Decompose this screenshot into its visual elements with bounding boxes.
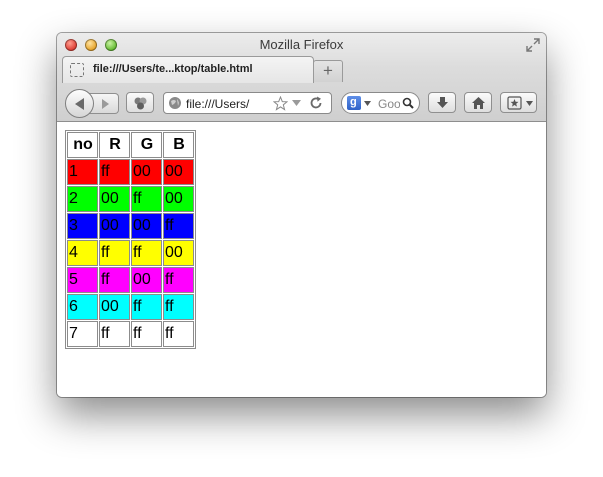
column-header-g: G — [131, 132, 162, 158]
table-cell: ff — [99, 240, 130, 266]
tab-table-html[interactable]: file:///Users/te...ktop/table.html — [62, 56, 314, 83]
table-cell: 2 — [67, 186, 98, 212]
table-row: 7 ff ff ff — [67, 321, 194, 347]
table-cell: 00 — [99, 294, 130, 320]
new-tab-button[interactable]: + — [313, 60, 343, 82]
reload-icon[interactable] — [309, 96, 323, 110]
google-search-engine-icon[interactable]: g — [347, 96, 361, 110]
table-cell: ff — [163, 321, 194, 347]
downloads-button[interactable] — [428, 92, 456, 113]
tab-groups-icon — [134, 97, 147, 110]
window-title: Mozilla Firefox — [259, 37, 344, 52]
table-cell: 00 — [163, 186, 194, 212]
table-row: 5 ff 00 ff — [67, 267, 194, 293]
table-cell: ff — [163, 294, 194, 320]
table-cell: 00 — [163, 159, 194, 185]
back-button[interactable] — [65, 89, 94, 118]
url-value: file:///Users/ — [186, 97, 250, 111]
fullscreen-icon[interactable] — [526, 38, 540, 52]
page-favicon-icon — [70, 63, 84, 77]
table-cell: 00 — [99, 213, 130, 239]
search-icon[interactable] — [402, 97, 414, 109]
table-cell: ff — [99, 321, 130, 347]
nav-buttons — [65, 89, 119, 118]
table-cell: 00 — [131, 159, 162, 185]
table-cell: 00 — [99, 186, 130, 212]
search-input[interactable]: Goo — [378, 97, 400, 111]
table-cell: 1 — [67, 159, 98, 185]
table-row: 2 00 ff 00 — [67, 186, 194, 212]
page-content: no R G B 1 ff 00 00 2 00 ff 00 3 00 00 ff 4 ff ff 00 5 ff… — [57, 122, 546, 397]
table-cell: 00 — [131, 267, 162, 293]
browser-window: Mozilla Firefox file:///Users/te...ktop/… — [57, 33, 546, 397]
table-row: 6 00 ff ff — [67, 294, 194, 320]
bookmarks-menu-button[interactable] — [500, 92, 537, 113]
tab-label: file:///Users/te...ktop/table.html — [93, 63, 253, 75]
title-bar: Mozilla Firefox file:///Users/te...ktop/… — [57, 33, 546, 122]
search-box[interactable]: g Goo — [341, 92, 420, 114]
bookmarks-dropdown-icon — [526, 101, 533, 106]
home-button[interactable] — [464, 92, 492, 113]
table-cell: 00 — [131, 213, 162, 239]
table-cell: 3 — [67, 213, 98, 239]
table-row: 3 00 00 ff — [67, 213, 194, 239]
table-cell: ff — [131, 186, 162, 212]
table-row: 1 ff 00 00 — [67, 159, 194, 185]
column-header-no: no — [67, 132, 98, 158]
table-cell: ff — [99, 267, 130, 293]
table-header-row: no R G B — [67, 132, 194, 158]
home-icon — [472, 97, 485, 109]
column-header-r: R — [99, 132, 130, 158]
bookmark-star-icon[interactable] — [273, 96, 288, 111]
color-table: no R G B 1 ff 00 00 2 00 ff 00 3 00 00 ff 4 ff ff 00 5 ff… — [65, 130, 196, 349]
bookmarks-icon — [507, 96, 522, 110]
table-cell: ff — [131, 240, 162, 266]
search-engine-dropdown-icon[interactable] — [364, 101, 371, 106]
tab-groups-button[interactable] — [126, 92, 154, 113]
table-cell: ff — [163, 267, 194, 293]
url-bar[interactable]: file:///Users/ — [163, 92, 332, 114]
table-cell: 5 — [67, 267, 98, 293]
globe-icon — [169, 97, 181, 109]
table-cell: 6 — [67, 294, 98, 320]
table-cell: 7 — [67, 321, 98, 347]
table-cell: ff — [131, 321, 162, 347]
table-cell: ff — [99, 159, 130, 185]
table-cell: ff — [131, 294, 162, 320]
table-cell: ff — [163, 213, 194, 239]
table-cell: 00 — [163, 240, 194, 266]
url-history-dropdown-icon[interactable] — [292, 100, 301, 107]
back-arrow-icon — [75, 98, 84, 110]
column-header-b: B — [163, 132, 194, 158]
table-cell: 4 — [67, 240, 98, 266]
forward-arrow-icon — [102, 99, 109, 109]
download-arrow-icon — [437, 97, 448, 108]
table-row: 4 ff ff 00 — [67, 240, 194, 266]
